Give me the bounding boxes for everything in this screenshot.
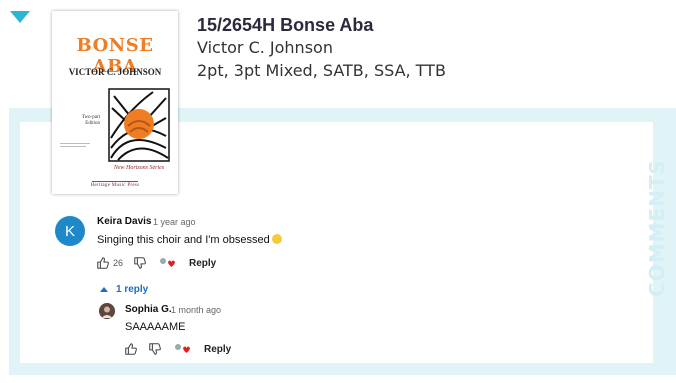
- comment-author[interactable]: Keira Davis: [97, 216, 151, 227]
- reply-author[interactable]: Sophia G.: [125, 304, 172, 315]
- thumbs-up-icon: [97, 257, 109, 269]
- reply-timestamp: 1 month ago: [171, 305, 222, 315]
- thumbs-down-icon: [134, 257, 146, 269]
- cover-publisher: Heritage Music Press: [90, 183, 140, 188]
- reply-reply-button[interactable]: Reply: [204, 344, 231, 355]
- comments-label-text: COMMENTS: [645, 159, 669, 297]
- comments-vertical-label: COMMENTS: [640, 138, 674, 318]
- avatar-letter: K: [64, 222, 75, 240]
- reply-avatar[interactable]: [99, 303, 115, 319]
- product-composer: Victor C. Johnson: [197, 38, 333, 57]
- caret-up-icon: [100, 287, 108, 292]
- reply-creator-heart-badge: [174, 342, 190, 356]
- avatar[interactable]: K: [55, 216, 85, 246]
- comment-actions: 26 Reply: [96, 256, 216, 270]
- replies-toggle-label: 1 reply: [116, 284, 149, 295]
- comment-text: Singing this choir and I'm obsessed: [97, 234, 282, 246]
- thumbs-up-icon: [125, 343, 137, 355]
- product-title[interactable]: 15/2654H Bonse Aba: [197, 14, 446, 36]
- creator-heart-badge: [159, 256, 176, 270]
- comment-text-body: Singing this choir and I'm obsessed: [97, 234, 270, 246]
- sun-artwork-icon: [108, 88, 170, 162]
- product-voicings: 2pt, 3pt Mixed, SATB, SSA, TTB: [197, 61, 446, 80]
- reply-actions: Reply: [124, 342, 231, 356]
- score-cover-image: BONSE ABA VICTOR C. JOHNSON Two-part Edi…: [52, 11, 178, 194]
- cover-series: New Horizons Series: [113, 165, 165, 171]
- creator-heart-icon: [175, 344, 190, 353]
- product-info: 15/2654H Bonse Aba Victor C. Johnson 2pt…: [197, 14, 446, 82]
- like-count: 26: [113, 258, 124, 268]
- reply-like-button[interactable]: [124, 342, 138, 356]
- person-photo-icon: [99, 303, 115, 319]
- cover-composer: VICTOR C. JOHNSON: [68, 67, 162, 77]
- grinning-emoji-icon: [271, 234, 282, 244]
- reply-dislike-button[interactable]: [148, 342, 162, 356]
- reply-button[interactable]: Reply: [189, 258, 216, 269]
- like-button[interactable]: [96, 256, 110, 270]
- cover-edition: Two-part Edition: [60, 115, 100, 127]
- reply-text: SAAAAAME: [125, 321, 186, 333]
- cover-small-text: [60, 143, 90, 147]
- replies-toggle[interactable]: 1 reply: [100, 284, 148, 295]
- expand-caret-icon[interactable]: [10, 11, 30, 23]
- creator-heart-icon: [160, 258, 176, 267]
- thumbs-down-icon: [149, 343, 161, 355]
- cover-edition-line2: Edition: [85, 121, 100, 126]
- dislike-button[interactable]: [133, 256, 147, 270]
- comment-timestamp: 1 year ago: [153, 217, 196, 227]
- publisher-rule: [92, 181, 138, 182]
